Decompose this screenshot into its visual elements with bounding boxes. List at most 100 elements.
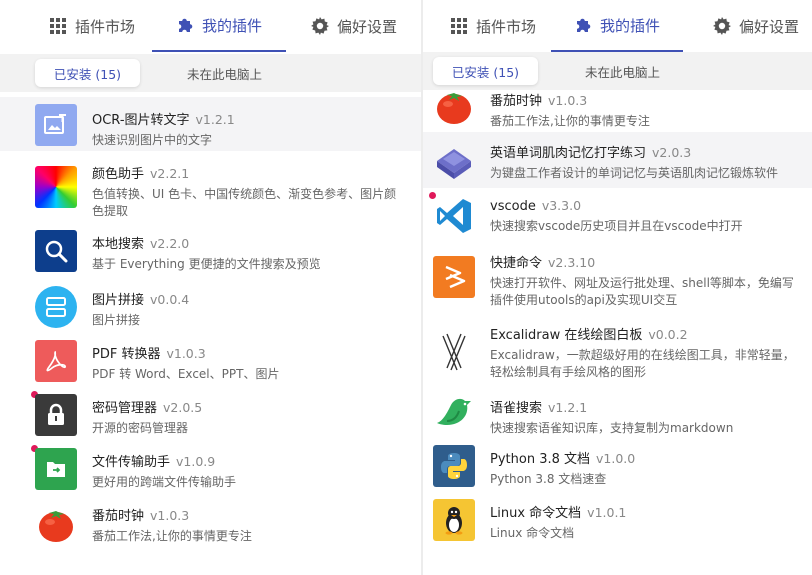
tab-my-plugins[interactable]: 我的插件 xyxy=(152,0,286,52)
tab-plugin-market-label: 插件市场 xyxy=(475,17,536,36)
list-item[interactable]: 密码管理器 v2.0.5 开源的密码管理器 xyxy=(0,391,421,441)
plugin-description: 更好用的跨端文件传输助手 xyxy=(92,475,237,489)
plugin-version: v1.0.1 xyxy=(587,505,627,520)
plugin-version: v0.0.4 xyxy=(150,292,190,307)
plugin-name: 颜色助手 xyxy=(92,167,145,182)
top-tabs: 插件市场 我的插件 偏好设置 xyxy=(423,0,812,52)
tomato-icon xyxy=(35,502,77,544)
plugin-description: 为键盘工作者设计的单词记忆与英语肌肉记忆锻炼软件 xyxy=(490,166,779,180)
plugin-version: v1.2.1 xyxy=(195,112,235,127)
plugin-name: 本地搜索 xyxy=(92,237,145,252)
plugin-name: Python 3.8 文档 xyxy=(490,452,591,467)
plugin-name: vscode xyxy=(490,199,536,214)
list-item[interactable]: 颜色助手 v2.2.1 色值转换、UI 色卡、中国传统颜色、渐变色参考、图片颜色提… xyxy=(0,161,421,221)
plugin-version: v2.0.3 xyxy=(652,145,692,160)
subtab-not-on-pc[interactable]: 未在此电脑上 xyxy=(570,57,675,85)
plugin-version: v2.2.1 xyxy=(150,166,190,181)
plugin-description: Excalidraw，一款超级好用的在线绘图工具，非常轻量，轻松绘制具有手绘风格… xyxy=(490,348,795,379)
plugin-name: 番茄时钟 xyxy=(490,94,543,109)
plugin-description: 色值转换、UI 色卡、中国传统颜色、渐变色参考、图片颜色提取 xyxy=(92,187,397,218)
plugin-name: 文件传输助手 xyxy=(92,455,171,470)
magnifier-icon xyxy=(35,230,77,272)
list-item[interactable]: Linux 命令文档 v1.0.1 Linux 命令文档 xyxy=(423,498,812,548)
tab-preferences-label: 偏好设置 xyxy=(738,17,799,36)
list-item[interactable]: 语雀搜索 v1.2.1 快速搜索语雀知识库，支持复制为markdown xyxy=(423,391,812,441)
pdf-icon xyxy=(35,340,77,382)
plugin-version: v1.2.1 xyxy=(548,400,588,415)
plugin-version: v1.0.9 xyxy=(176,454,216,469)
list-item[interactable]: 番茄时钟 v1.0.3 番茄工作法,让你的事情更专注 xyxy=(423,88,812,128)
list-item[interactable]: 文件传输助手 v1.0.9 更好用的跨端文件传输助手 xyxy=(0,445,421,495)
plugin-version: v1.0.3 xyxy=(548,93,588,108)
plugin-description: Python 3.8 文档速查 xyxy=(490,472,607,486)
subtab-installed[interactable]: 已安装 (15) xyxy=(433,57,538,85)
tab-preferences-label: 偏好设置 xyxy=(336,17,397,36)
file-transfer-icon xyxy=(35,448,77,490)
gear-icon xyxy=(712,17,731,35)
tab-preferences[interactable]: 偏好设置 xyxy=(300,0,408,52)
plugin-description: PDF 转 Word、Excel、PPT、图片 xyxy=(92,367,280,381)
list-item[interactable]: vscode v3.3.0 快速搜索vscode历史项目并且在vscode中打开 xyxy=(423,192,812,242)
color-wheel-icon xyxy=(35,166,77,208)
tomato-icon xyxy=(433,84,475,126)
tab-my-plugins[interactable]: 我的插件 xyxy=(551,0,683,52)
python-icon xyxy=(433,445,475,487)
plugin-version: v2.3.10 xyxy=(548,255,596,270)
top-tabs: 插件市场 我的插件 偏好设置 xyxy=(0,0,421,52)
plugin-description: 图片拼接 xyxy=(92,313,141,327)
plugin-version: v2.0.5 xyxy=(163,400,203,415)
grid-icon xyxy=(49,17,67,35)
plugin-name: Linux 命令文档 xyxy=(490,506,582,521)
plugin-description: 开源的密码管理器 xyxy=(92,421,189,435)
keycap-icon xyxy=(433,139,475,181)
gear-icon xyxy=(310,17,329,35)
tab-my-plugins-label: 我的插件 xyxy=(201,16,262,35)
tab-plugin-market[interactable]: 插件市场 xyxy=(36,0,148,52)
puzzle-icon xyxy=(176,16,194,34)
list-item[interactable]: Python 3.8 文档 v1.0.0 Python 3.8 文档速查 xyxy=(423,444,812,494)
list-item[interactable]: 英语单词肌肉记忆打字练习 v2.0.3 为键盘工作者设计的单词记忆与英语肌肉记忆锻… xyxy=(423,132,812,188)
plugin-version: v0.0.2 xyxy=(648,327,688,342)
right-window: 插件市场 我的插件 偏好设置 已安装 (15) 未在此电脑上 番茄时钟 v1.0.… xyxy=(423,0,812,575)
plugin-name: PDF 转换器 xyxy=(92,347,161,362)
grid-icon xyxy=(450,17,468,35)
plugin-name: 图片拼接 xyxy=(92,293,145,308)
plugin-description: 快速搜索语雀知识库，支持复制为markdown xyxy=(490,421,734,435)
subtab-installed[interactable]: 已安装 (15) xyxy=(35,59,140,87)
list-item[interactable]: 番茄时钟 v1.0.3 番茄工作法,让你的事情更专注 xyxy=(0,499,421,549)
list-item[interactable]: PDF 转换器 v1.0.3 PDF 转 Word、Excel、PPT、图片 xyxy=(0,337,421,387)
vscode-icon xyxy=(433,195,475,237)
subtab-not-on-pc[interactable]: 未在此电脑上 xyxy=(172,59,277,87)
plugin-version: v1.0.0 xyxy=(596,451,636,466)
tab-my-plugins-label: 我的插件 xyxy=(599,16,660,35)
plugin-name: 语雀搜索 xyxy=(490,401,543,416)
plugin-description: 快速识别图片中的文字 xyxy=(92,133,213,147)
plugin-description: 番茄工作法,让你的事情更专注 xyxy=(92,529,252,543)
image-join-icon xyxy=(35,286,77,328)
plugin-description: Linux 命令文档 xyxy=(490,526,575,540)
filter-bar: 已安装 (15) 未在此电脑上 xyxy=(0,54,421,92)
filter-bar: 已安装 (15) 未在此电脑上 xyxy=(423,52,812,90)
plugin-version: v3.3.0 xyxy=(541,198,582,213)
excalidraw-icon xyxy=(433,330,475,372)
quick-command-icon xyxy=(433,256,475,298)
plugin-name: 快捷命令 xyxy=(490,256,543,271)
plugin-description: 番茄工作法,让你的事情更专注 xyxy=(490,114,650,128)
list-item[interactable]: 快捷命令 v2.3.10 快速打开软件、网址及运行批处理、shell等脚本，免编写… xyxy=(423,248,812,308)
puzzle-icon xyxy=(574,16,592,34)
tab-preferences[interactable]: 偏好设置 xyxy=(701,0,811,52)
list-item[interactable]: 图片拼接 v0.0.4 图片拼接 xyxy=(0,283,421,333)
plugin-name: 密码管理器 xyxy=(92,401,158,416)
linux-penguin-icon xyxy=(433,499,475,541)
plugin-name: OCR-图片转文字 xyxy=(92,113,190,128)
plugin-name: 番茄时钟 xyxy=(92,509,145,524)
plugin-version: v1.0.3 xyxy=(150,508,190,523)
list-item[interactable]: Excalidraw 在线绘图白板 v0.0.2 Excalidraw，一款超级好… xyxy=(423,320,812,380)
left-window: 插件市场 我的插件 偏好设置 已安装 (15) 未在此电脑上 OCR-图片转文字… xyxy=(0,0,421,575)
plugin-description: 快速打开软件、网址及运行批处理、shell等脚本，免编写插件使用utools的a… xyxy=(490,276,794,307)
list-item[interactable]: 本地搜索 v2.2.0 基于 Everything 更便捷的文件搜索及预览 xyxy=(0,227,421,277)
list-item[interactable]: OCR-图片转文字 v1.2.1 快速识别图片中的文字 xyxy=(0,97,421,151)
tab-plugin-market[interactable]: 插件市场 xyxy=(437,0,549,52)
plugin-version: v2.2.0 xyxy=(150,236,190,251)
plugin-name: Excalidraw 在线绘图白板 xyxy=(490,328,643,343)
